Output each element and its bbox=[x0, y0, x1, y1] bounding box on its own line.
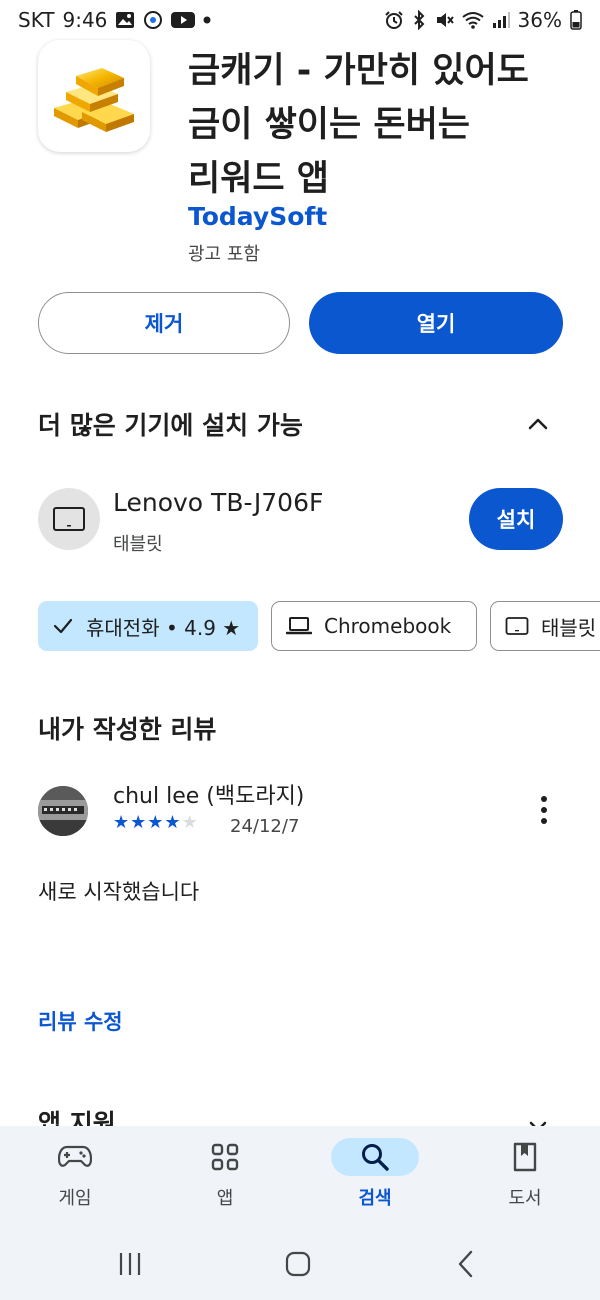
avatar bbox=[38, 786, 88, 836]
back-button[interactable] bbox=[446, 1248, 486, 1280]
book-icon bbox=[513, 1142, 537, 1172]
chip-tablet[interactable]: 태블릿 bbox=[490, 601, 600, 651]
app-title: 금캐기 - 가만히 있어도 금이 쌓이는 돈버는 리워드 앱 bbox=[188, 51, 529, 199]
chip-phone[interactable]: 휴대전화 • 4.9 ★ bbox=[38, 601, 258, 651]
nav-label-search: 검색 bbox=[358, 1188, 392, 1209]
youtube-icon bbox=[171, 11, 196, 29]
app-icon bbox=[38, 40, 150, 152]
recent-apps-button[interactable] bbox=[110, 1248, 150, 1280]
review-date: 24/12/7 bbox=[230, 816, 300, 837]
bluetooth-icon bbox=[412, 10, 426, 30]
install-button-label: 설치 bbox=[496, 508, 536, 532]
star-icon: ★ bbox=[113, 812, 131, 833]
status-right: 36% bbox=[384, 8, 582, 32]
star-rating: ★★★★★ bbox=[113, 812, 199, 833]
nav-item-games[interactable]: 게임 bbox=[25, 1138, 125, 1210]
carrier-label: SKT bbox=[18, 8, 55, 32]
signal-icon bbox=[492, 11, 510, 29]
status-left: SKT 9:46 bbox=[18, 8, 211, 32]
reviewer-name: chul lee (백도라지) bbox=[113, 784, 305, 809]
nav-item-apps[interactable]: 앱 bbox=[175, 1138, 275, 1210]
back-icon bbox=[458, 1250, 473, 1278]
gallery-icon bbox=[115, 11, 135, 29]
star-icon: ★ bbox=[147, 812, 165, 833]
battery-percent: 36% bbox=[517, 8, 562, 32]
status-bar: SKT 9:46 36% bbox=[0, 0, 600, 40]
nav-label-apps: 앱 bbox=[216, 1188, 234, 1209]
nav-label-books: 도서 bbox=[508, 1188, 542, 1209]
mute-icon bbox=[434, 10, 454, 30]
uninstall-button-label: 제거 bbox=[144, 312, 184, 336]
home-button[interactable] bbox=[278, 1248, 318, 1280]
uninstall-button[interactable]: 제거 bbox=[38, 292, 290, 354]
laptop-icon bbox=[286, 617, 312, 635]
device-name: Lenovo TB-J706F bbox=[113, 488, 324, 517]
chip-tablet-label: 태블릿 bbox=[541, 615, 597, 640]
check-icon bbox=[53, 618, 73, 634]
star-empty-icon: ★ bbox=[181, 812, 199, 833]
review-text: 새로 시작했습니다 bbox=[38, 880, 200, 904]
search-icon bbox=[362, 1144, 389, 1171]
my-review-title: 내가 작성한 리뷰 bbox=[38, 715, 217, 744]
star-icon: ★ bbox=[130, 812, 148, 833]
gold-bars-icon bbox=[54, 68, 134, 132]
system-nav-bar bbox=[0, 1234, 600, 1294]
chip-chromebook-label: Chromebook bbox=[324, 614, 452, 638]
tablet-icon bbox=[53, 507, 85, 531]
developer-link[interactable]: TodaySoft bbox=[188, 202, 327, 231]
gamepad-icon bbox=[58, 1145, 92, 1167]
battery-icon bbox=[570, 10, 582, 30]
nav-label-games: 게임 bbox=[58, 1188, 92, 1209]
device-avatar bbox=[38, 488, 100, 550]
clock: 9:46 bbox=[62, 8, 108, 32]
chevron-up-icon[interactable] bbox=[524, 410, 552, 438]
recent-apps-icon bbox=[119, 1253, 141, 1275]
open-button-label: 열기 bbox=[416, 312, 456, 336]
nav-item-books[interactable]: 도서 bbox=[475, 1138, 575, 1210]
dot-icon bbox=[203, 16, 211, 24]
star-icon: ★ bbox=[164, 812, 182, 833]
home-icon bbox=[285, 1251, 311, 1277]
alarm-icon bbox=[384, 10, 404, 30]
notification-app-icon bbox=[143, 10, 163, 30]
more-devices-title: 더 많은 기기에 설치 가능 bbox=[38, 411, 303, 440]
apps-grid-icon bbox=[211, 1143, 239, 1171]
install-button[interactable]: 설치 bbox=[469, 488, 563, 550]
chip-phone-label: 휴대전화 • 4.9 ★ bbox=[86, 615, 241, 640]
nav-item-search[interactable]: 검색 bbox=[325, 1138, 425, 1210]
chip-chromebook[interactable]: Chromebook bbox=[271, 601, 477, 651]
wifi-icon bbox=[461, 11, 484, 29]
device-type: 태블릿 bbox=[113, 534, 163, 555]
contains-ads-label: 광고 포함 bbox=[188, 244, 260, 265]
more-vert-icon[interactable] bbox=[532, 794, 556, 826]
edit-review-link[interactable]: 리뷰 수정 bbox=[38, 1006, 123, 1036]
tablet-icon bbox=[505, 617, 529, 635]
open-button[interactable]: 열기 bbox=[309, 292, 563, 354]
